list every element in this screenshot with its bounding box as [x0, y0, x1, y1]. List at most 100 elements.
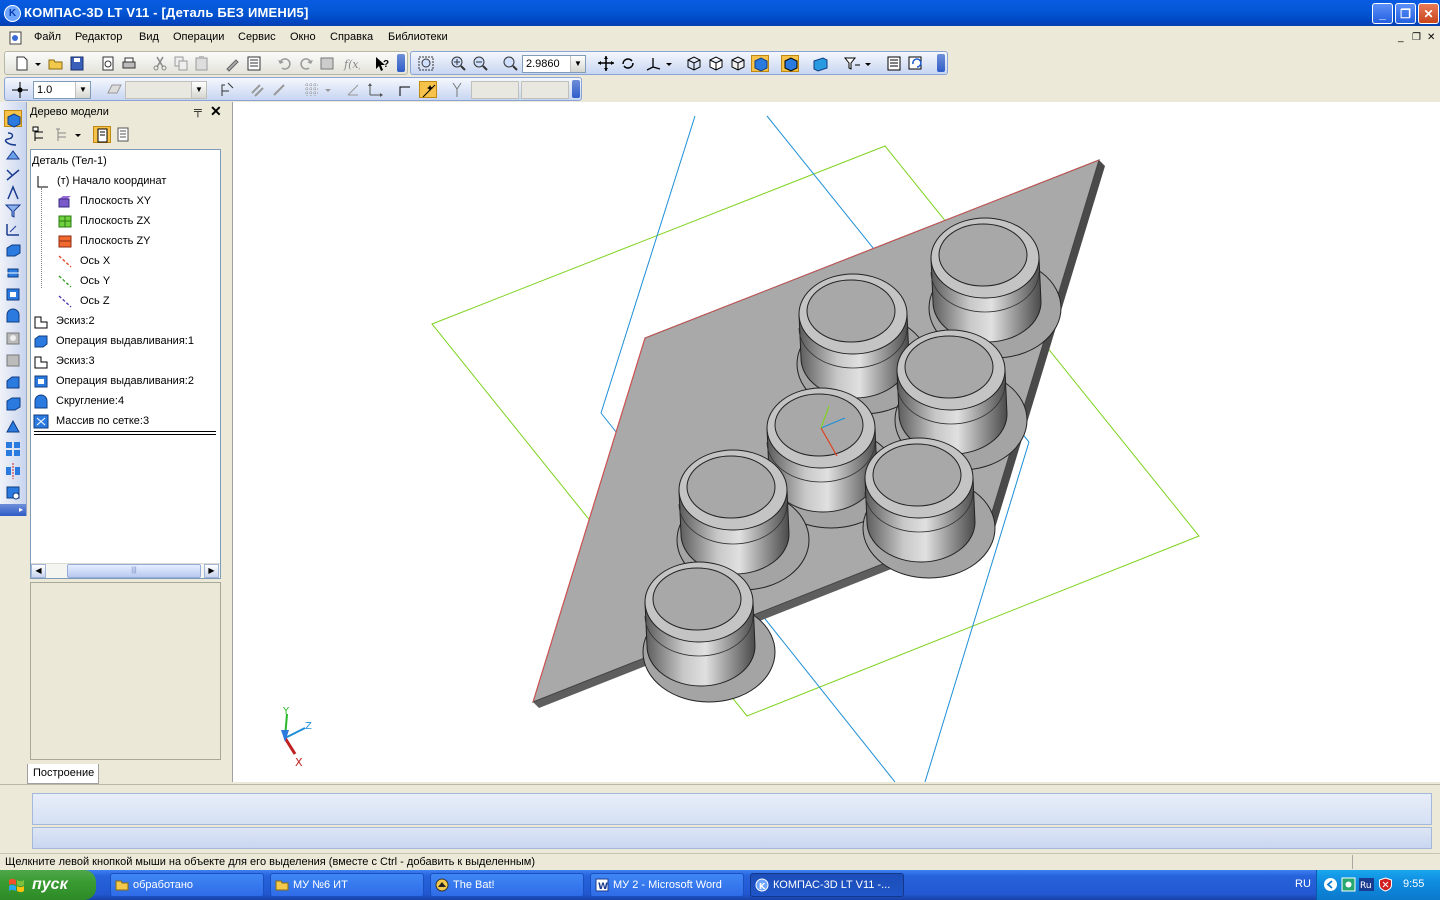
- document-icon[interactable]: [8, 31, 24, 45]
- list-icon[interactable]: [245, 55, 263, 72]
- zoom-window-icon[interactable]: [417, 55, 435, 72]
- thin-hidden-icon[interactable]: [729, 55, 747, 72]
- network-icon[interactable]: [1341, 877, 1356, 892]
- menu-view[interactable]: Вид: [139, 31, 159, 43]
- view-toolbar-overflow-icon[interactable]: [937, 54, 945, 72]
- zoom-in-icon[interactable]: [449, 55, 467, 72]
- draft-icon[interactable]: [4, 396, 22, 413]
- edit-part-icon[interactable]: [4, 110, 22, 128]
- tree-end-marker[interactable]: [34, 431, 216, 435]
- library-icon[interactable]: [4, 484, 22, 501]
- minimize-button[interactable]: _: [1372, 3, 1393, 24]
- rib-icon[interactable]: [4, 418, 22, 435]
- copy-icon[interactable]: [172, 55, 190, 72]
- hidden-lines-icon[interactable]: [707, 55, 725, 72]
- tree-view-toggle-icon[interactable]: [93, 126, 111, 143]
- undo-icon[interactable]: [276, 55, 294, 72]
- snap-toggle-icon[interactable]: [419, 81, 437, 98]
- tree-structure-icon[interactable]: [31, 126, 49, 143]
- menu-help[interactable]: Справка: [330, 31, 373, 43]
- cut-icon[interactable]: [151, 55, 169, 72]
- plane-state-combo[interactable]: ▼: [125, 81, 207, 99]
- state-toolbar-overflow-icon[interactable]: [572, 80, 580, 98]
- kinematic-operation-icon[interactable]: [4, 286, 22, 303]
- link-icon[interactable]: [249, 81, 267, 98]
- tray-arrow-icon[interactable]: [1323, 877, 1338, 892]
- coord-x-field[interactable]: [471, 81, 519, 99]
- filter-dropdown-icon[interactable]: [863, 55, 873, 72]
- doc-minimize-button[interactable]: _: [1398, 32, 1404, 43]
- array-icon[interactable]: [4, 440, 22, 457]
- coordinates-icon[interactable]: [449, 81, 467, 98]
- print-icon[interactable]: [120, 55, 138, 72]
- toolbar-overflow-icon[interactable]: [397, 54, 405, 72]
- step-dropdown-icon[interactable]: ▼: [75, 82, 90, 98]
- scroll-thumb[interactable]: |||: [67, 564, 201, 578]
- restore-button[interactable]: ❐: [1395, 3, 1416, 24]
- task-kompas[interactable]: K КОМПАС-3D LT V11 -...: [750, 873, 904, 897]
- chamfer-icon[interactable]: [4, 374, 22, 391]
- ortho-icon[interactable]: [367, 81, 385, 98]
- tree-order-icon[interactable]: [53, 126, 71, 143]
- shaded-icon[interactable]: [751, 55, 769, 72]
- unlink-icon[interactable]: [271, 81, 289, 98]
- task-word[interactable]: W МУ 2 - Microsoft Word: [590, 873, 744, 897]
- new-file-icon[interactable]: [13, 55, 31, 72]
- variables-icon[interactable]: f(x): [342, 55, 360, 72]
- panel-close-icon[interactable]: ✕: [210, 103, 222, 120]
- filter-icon[interactable]: [843, 55, 861, 72]
- zoom-scale-icon[interactable]: [501, 55, 519, 72]
- task-thebat[interactable]: The Bat!: [430, 873, 584, 897]
- local-cs-icon[interactable]: [345, 81, 363, 98]
- loft-operation-icon[interactable]: [4, 308, 22, 325]
- plane-state-dropdown-icon[interactable]: ▼: [191, 82, 206, 98]
- tree-order-dropdown-icon[interactable]: [73, 126, 83, 143]
- ortho-mode-icon[interactable]: [397, 81, 415, 98]
- extrude-operation-icon[interactable]: [4, 242, 22, 259]
- refresh-icon[interactable]: [907, 55, 925, 72]
- specification-icon[interactable]: [885, 55, 903, 72]
- step-value-combo[interactable]: 1.0 ▼: [33, 81, 91, 99]
- snap-grid-icon[interactable]: [11, 81, 29, 98]
- plane-state-icon[interactable]: [105, 81, 123, 98]
- paste-icon[interactable]: [193, 55, 211, 72]
- help-pointer-icon[interactable]: ?: [373, 55, 391, 72]
- mirror-icon[interactable]: [4, 462, 22, 479]
- close-button[interactable]: ✕: [1418, 3, 1439, 24]
- menu-editor[interactable]: Редактор: [75, 31, 122, 43]
- orientation-icon[interactable]: [644, 55, 662, 72]
- kompas-app-icon[interactable]: K: [4, 5, 21, 22]
- redo-icon[interactable]: [297, 55, 315, 72]
- manager-icon[interactable]: [318, 55, 336, 72]
- menu-operations[interactable]: Операции: [173, 31, 224, 43]
- language-indicator[interactable]: RU: [1295, 878, 1311, 890]
- shell-icon[interactable]: [4, 330, 22, 347]
- filters-icon[interactable]: [4, 202, 22, 219]
- measure-icon[interactable]: [4, 220, 22, 237]
- zoom-dropdown-icon[interactable]: ▼: [570, 56, 585, 72]
- rotate-icon[interactable]: [619, 55, 637, 72]
- properties-icon[interactable]: [224, 55, 242, 72]
- menu-window[interactable]: Окно: [290, 31, 316, 43]
- model-viewport[interactable]: Y Z X: [232, 102, 1440, 782]
- doc-restore-button[interactable]: ❐: [1412, 32, 1421, 43]
- perspective-icon[interactable]: [811, 55, 829, 72]
- spatial-curves-icon[interactable]: [4, 130, 22, 147]
- shaded-edges-icon[interactable]: [781, 55, 799, 72]
- scroll-left-icon[interactable]: ◀: [31, 564, 46, 578]
- auxiliary-geometry-icon[interactable]: [4, 166, 22, 183]
- antivirus-icon[interactable]: [1378, 877, 1393, 892]
- pan-icon[interactable]: [597, 55, 615, 72]
- menu-libraries[interactable]: Библиотеки: [388, 31, 448, 43]
- zoom-out-icon[interactable]: [471, 55, 489, 72]
- tree-horizontal-scrollbar[interactable]: ◀ ||| ▶: [31, 563, 220, 578]
- rotate-operation-icon[interactable]: [4, 264, 22, 281]
- open-file-icon[interactable]: [47, 55, 65, 72]
- orientation-dropdown-icon[interactable]: [664, 55, 674, 72]
- keyboard-layout-icon[interactable]: Ru: [1359, 877, 1374, 892]
- compact-toolbar-overflow-icon[interactable]: ▸: [0, 504, 26, 516]
- doc-close-button[interactable]: ✕: [1427, 32, 1435, 43]
- task-obrabotano[interactable]: обработано: [110, 873, 264, 897]
- new-file-dropdown-icon[interactable]: [33, 55, 43, 72]
- scroll-right-icon[interactable]: ▶: [204, 564, 219, 578]
